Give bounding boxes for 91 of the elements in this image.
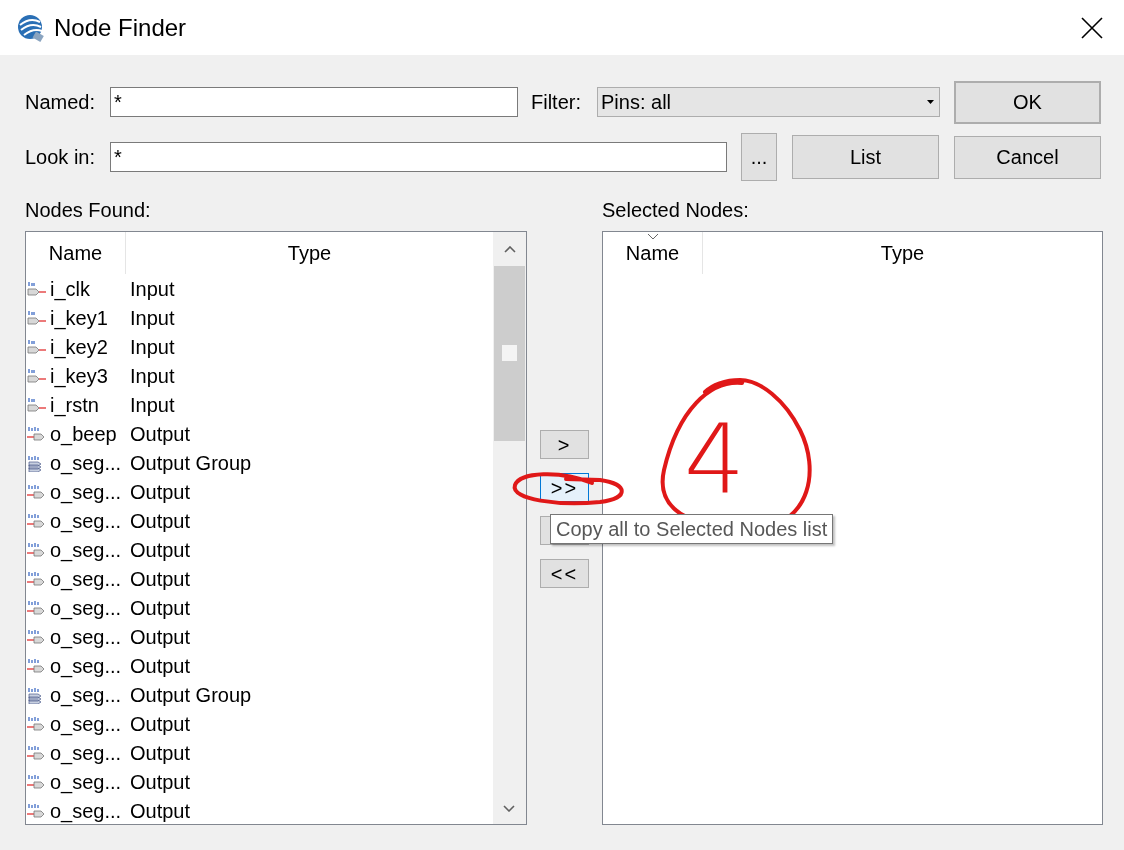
scrollbar[interactable]: [493, 232, 526, 824]
list-row[interactable]: i_key1 Input: [26, 303, 493, 332]
transfer-button[interactable]: <<: [540, 559, 589, 588]
dropdown-arrow-icon: [927, 100, 934, 104]
input-pin-icon: [26, 337, 48, 356]
list-row[interactable]: i_clk Input: [26, 274, 493, 303]
list-row[interactable]: o_seg... Output: [26, 796, 493, 824]
list-row[interactable]: o_beep Output: [26, 419, 493, 448]
table-cell-text: Output: [129, 711, 191, 737]
scroll-thumb[interactable]: [494, 266, 525, 441]
list-row[interactable]: o_seg... Output: [26, 477, 493, 506]
table-cell: i_key3: [26, 360, 126, 391]
table-cell-text: Output: [129, 624, 191, 650]
field-label: Filter:: [531, 90, 582, 115]
table-cell: i_rstn: [26, 389, 126, 420]
table-cell: o_seg...: [26, 534, 126, 565]
list-row[interactable]: o_seg... Output: [26, 767, 493, 796]
column-header[interactable]: Type: [703, 232, 1102, 274]
table-cell-text: Output Group: [129, 682, 252, 708]
list-row[interactable]: o_seg... Output: [26, 593, 493, 622]
table-cell-text: Output: [129, 740, 191, 766]
input-pin-icon: [26, 308, 48, 327]
table-cell-text: Output: [129, 769, 191, 795]
cancel-button[interactable]: Cancel: [954, 135, 1101, 179]
table-cell: o_seg...: [26, 679, 126, 710]
table-cell-text: Input: [129, 276, 175, 302]
list-row[interactable]: o_seg... Output: [26, 564, 493, 593]
section-label: Nodes Found:: [25, 198, 152, 223]
look-in-field[interactable]: *: [110, 142, 727, 172]
table-cell-text: Output: [129, 653, 191, 679]
table-cell: i_key1: [26, 302, 126, 333]
list-row[interactable]: o_seg... Output: [26, 651, 493, 680]
annotation-number: 4: [684, 404, 746, 516]
list-button[interactable]: List: [792, 135, 939, 179]
list-row[interactable]: o_seg... Output: [26, 709, 493, 738]
table-cell: o_seg...: [26, 476, 126, 507]
ok-button[interactable]: OK: [954, 80, 1101, 124]
list-row[interactable]: i_key3 Input: [26, 361, 493, 390]
table-cell: o_seg...: [26, 447, 126, 478]
app-logo-icon: [16, 12, 46, 43]
list-row[interactable]: o_seg... Output: [26, 506, 493, 535]
table-cell-text: Output: [129, 421, 191, 447]
table-cell: o_beep: [26, 418, 126, 449]
table-cell-text: Output: [129, 479, 191, 505]
browse-button[interactable]: ...: [741, 133, 777, 181]
filter-dropdown[interactable]: Pins: all: [597, 87, 940, 117]
table-cell-text: Output Group: [129, 450, 252, 476]
table-cell: i_clk: [26, 273, 126, 304]
column-header[interactable]: Name: [603, 232, 703, 274]
column-header[interactable]: Name: [26, 232, 126, 274]
section-label: Selected Nodes:: [602, 198, 749, 223]
tooltip: Copy all to Selected Nodes list: [550, 514, 834, 544]
table-cell-text: Output: [129, 798, 191, 824]
table-cell-text: Output: [129, 508, 191, 534]
field-label: Named:: [25, 90, 97, 115]
table-cell: o_seg...: [26, 737, 126, 768]
input-pin-icon: [26, 395, 48, 414]
input-pin-icon: [26, 366, 48, 385]
input-pin-icon: [26, 279, 48, 298]
table-cell: o_seg...: [26, 505, 126, 536]
transfer-button[interactable]: >: [540, 430, 589, 459]
name-field[interactable]: *: [110, 87, 518, 117]
close-icon[interactable]: [1081, 17, 1103, 39]
table-cell-text: Input: [129, 392, 175, 418]
table-cell-text: Output: [129, 595, 191, 621]
list-row[interactable]: i_rstn Input: [26, 390, 493, 419]
table-cell: o_seg...: [26, 795, 126, 824]
table-cell-text: Output: [129, 566, 191, 592]
table-cell: i_key2: [26, 331, 126, 362]
table-cell-text: Input: [129, 305, 175, 331]
table-cell: o_seg...: [26, 650, 126, 681]
scroll-down-icon[interactable]: [503, 805, 515, 812]
window-title: Node Finder: [54, 12, 187, 43]
list-row[interactable]: o_seg... Output: [26, 622, 493, 651]
sort-caret-icon: [648, 234, 658, 239]
table-cell: o_seg...: [26, 592, 126, 623]
table-cell: o_seg...: [26, 563, 126, 594]
list-row[interactable]: o_seg... Output: [26, 738, 493, 767]
table-cell: o_seg...: [26, 766, 126, 797]
table-cell: o_seg...: [26, 708, 126, 739]
field-label: Look in:: [25, 145, 97, 170]
list-row[interactable]: o_seg... Output Group: [26, 680, 493, 709]
column-header[interactable]: Type: [126, 232, 493, 274]
list-row[interactable]: o_seg... Output: [26, 535, 493, 564]
scroll-up-icon[interactable]: [503, 246, 516, 253]
list-row[interactable]: o_seg... Output Group: [26, 448, 493, 477]
table-cell-text: Output: [129, 537, 191, 563]
list-row[interactable]: i_key2 Input: [26, 332, 493, 361]
table-cell-text: Input: [129, 363, 175, 389]
table-cell: o_seg...: [26, 621, 126, 652]
table-cell-text: Input: [129, 334, 175, 360]
